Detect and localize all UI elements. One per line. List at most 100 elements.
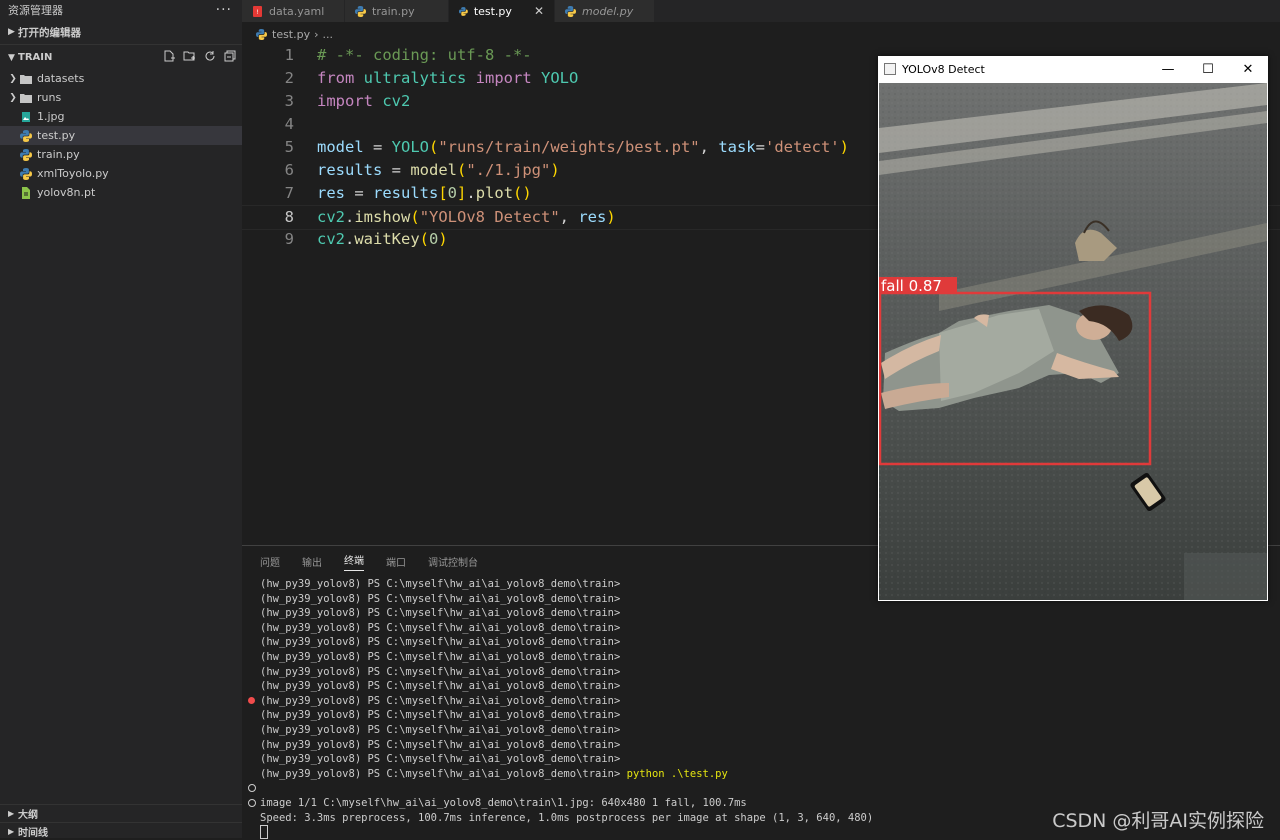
tree-item-label: test.py [37, 129, 76, 142]
tree-item-label: yolov8n.pt [37, 186, 96, 199]
tree-item-test-py[interactable]: test.py [0, 126, 242, 145]
terminal-line: image 1/1 C:\myself\hw_ai\ai_yolov8_demo… [248, 796, 873, 811]
image-file-icon [22, 111, 30, 122]
minimize-button[interactable]: — [1148, 56, 1188, 82]
python-icon [20, 129, 32, 142]
terminal-line: (hw_py39_yolov8) PS C:\myself\hw_ai\ai_y… [260, 723, 621, 736]
terminal-line: (hw_py39_yolov8) PS C:\myself\hw_ai\ai_y… [260, 607, 621, 620]
chevron-right-icon: ▶ [8, 827, 15, 836]
terminal-cursor [260, 825, 268, 840]
explorer-sidebar: 资源管理器 ··· ▶ 打开的编辑器 ▼TRAIN ❯ datasets ❯ [0, 0, 242, 840]
close-icon[interactable]: ✕ [534, 4, 544, 18]
folder-label: TRAIN [18, 51, 53, 63]
line-number: 9 [284, 230, 294, 248]
terminal[interactable]: (hw_py39_yolov8) PS C:\myself\hw_ai\ai_y… [248, 577, 874, 840]
terminal-line: (hw_py39_yolov8) PS C:\myself\hw_ai\ai_y… [260, 767, 873, 782]
tree-item-label: 1.jpg [37, 110, 65, 123]
terminal-line: Speed: 3.3ms preprocess, 100.7ms inferen… [260, 811, 874, 824]
tree-item-train-py[interactable]: train.py [0, 145, 242, 164]
tab-test-py[interactable]: test.py ✕ [449, 0, 555, 22]
terminal-line: (hw_py39_yolov8) PS C:\myself\hw_ai\ai_y… [260, 621, 621, 634]
terminal-line: (hw_py39_yolov8) PS C:\myself\hw_ai\ai_y… [260, 578, 621, 590]
python-icon [459, 6, 468, 16]
open-editors-section[interactable]: ▶ 打开的编辑器 [0, 20, 242, 44]
success-decoration-icon[interactable] [248, 784, 256, 793]
new-folder-icon[interactable] [183, 50, 196, 65]
python-icon [355, 5, 366, 17]
terminal-text: (hw_py39_yolov8) PS C:\myself\hw_ai\ai_y… [260, 694, 621, 707]
code-text: model = YOLO("runs/train/weights/best.pt… [317, 138, 849, 156]
success-decoration-icon[interactable] [248, 798, 256, 807]
collapse-all-icon[interactable] [224, 50, 236, 65]
line-number: 6 [284, 161, 294, 179]
tab-debug-console[interactable]: 调试控制台 [428, 554, 478, 569]
tab-label: model.py [582, 4, 634, 18]
yaml-icon: ! [253, 5, 262, 17]
detection-label: fall 0.87 [881, 277, 942, 295]
yolo-detect-window[interactable]: YOLOv8 Detect — ☐ ✕ fall 0.87 [878, 56, 1268, 601]
svg-text:!: ! [256, 9, 258, 16]
tree-item-label: runs [37, 91, 62, 104]
terminal-line: (hw_py39_yolov8) PS C:\myself\hw_ai\ai_y… [260, 665, 621, 678]
terminal-text: image 1/1 C:\myself\hw_ai\ai_yolov8_demo… [260, 796, 747, 809]
tree-item-runs[interactable]: ❯ runs [0, 88, 242, 107]
tab-label: train.py [372, 4, 415, 18]
tree-item-1-jpg[interactable]: 1.jpg [0, 107, 242, 126]
explorer-title: 资源管理器 [8, 4, 63, 17]
maximize-button[interactable]: ☐ [1188, 56, 1228, 82]
terminal-line: (hw_py39_yolov8) PS C:\myself\hw_ai\ai_y… [260, 636, 621, 649]
tab-ports[interactable]: 端口 [386, 554, 406, 569]
outline-section[interactable]: ▶ 大纲 [0, 804, 242, 822]
open-editors-label: 打开的编辑器 [18, 26, 81, 39]
watermark: CSDN @利哥AI实例探险 [1052, 810, 1264, 832]
tab-problems[interactable]: 问题 [260, 554, 280, 569]
folder-icon [20, 93, 32, 103]
folder-icon [20, 74, 32, 84]
line-number: 2 [284, 69, 294, 87]
refresh-icon[interactable] [204, 50, 216, 65]
window-titlebar[interactable]: YOLOv8 Detect — ☐ ✕ [878, 56, 1268, 82]
python-icon [256, 28, 267, 40]
tree-item-label: datasets [37, 72, 85, 85]
terminal-line: (hw_py39_yolov8) PS C:\myself\hw_ai\ai_y… [260, 592, 621, 605]
breadcrumb-symbol[interactable]: ... [323, 28, 334, 41]
chevron-right-icon: ❯ [9, 92, 17, 103]
tab-label: data.yaml [269, 4, 325, 18]
code-text: from ultralytics import YOLO [317, 69, 579, 87]
tab-output[interactable]: 输出 [302, 554, 322, 569]
more-actions-icon[interactable]: ··· [216, 2, 232, 18]
detection-image-canvas: fall 0.87 [879, 83, 1267, 600]
chevron-down-icon: ▼ [8, 52, 15, 63]
error-decoration-icon[interactable] [248, 696, 255, 704]
tab-label: test.py [473, 4, 512, 18]
timeline-section[interactable]: ▶ 时间线 [0, 822, 242, 840]
breadcrumb-separator: › [314, 27, 319, 41]
tree-item-yolov8n-pt[interactable]: yolov8n.pt [0, 183, 242, 202]
line-number: 3 [284, 92, 294, 110]
new-file-icon[interactable] [163, 50, 175, 65]
outline-label: 大纲 [18, 810, 38, 821]
tab-model-py[interactable]: model.py [555, 0, 655, 22]
tree-item-xmltoyolo-py[interactable]: xmlToyolo.py [0, 164, 242, 183]
code-text: res = results[0].plot() [317, 184, 532, 202]
python-icon [20, 167, 32, 180]
terminal-line: (hw_py39_yolov8) PS C:\myself\hw_ai\ai_y… [260, 738, 621, 751]
folder-section-train[interactable]: ▼ TRAIN [0, 44, 242, 69]
line-number: 5 [284, 138, 294, 156]
terminal-line [248, 781, 873, 796]
terminal-line: (hw_py39_yolov8) PS C:\myself\hw_ai\ai_y… [260, 650, 621, 663]
tab-data-yaml[interactable]: ! data.yaml [242, 0, 345, 22]
tree-item-label: xmlToyolo.py [37, 167, 109, 180]
terminal-line: (hw_py39_yolov8) PS C:\myself\hw_ai\ai_y… [260, 753, 621, 766]
tab-train-py[interactable]: train.py [345, 0, 449, 22]
tree-item-datasets[interactable]: ❯ datasets [0, 69, 242, 88]
line-number: 1 [284, 46, 294, 64]
terminal-line [260, 825, 873, 840]
file-icon [22, 186, 30, 199]
breadcrumb-file[interactable]: test.py [272, 28, 310, 41]
terminal-line: (hw_py39_yolov8) PS C:\myself\hw_ai\ai_y… [260, 709, 621, 722]
code-text: results = model("./1.jpg") [317, 161, 560, 179]
close-button[interactable]: ✕ [1228, 56, 1268, 82]
tab-terminal[interactable]: 终端 [344, 552, 364, 571]
line-number: 4 [284, 115, 294, 133]
